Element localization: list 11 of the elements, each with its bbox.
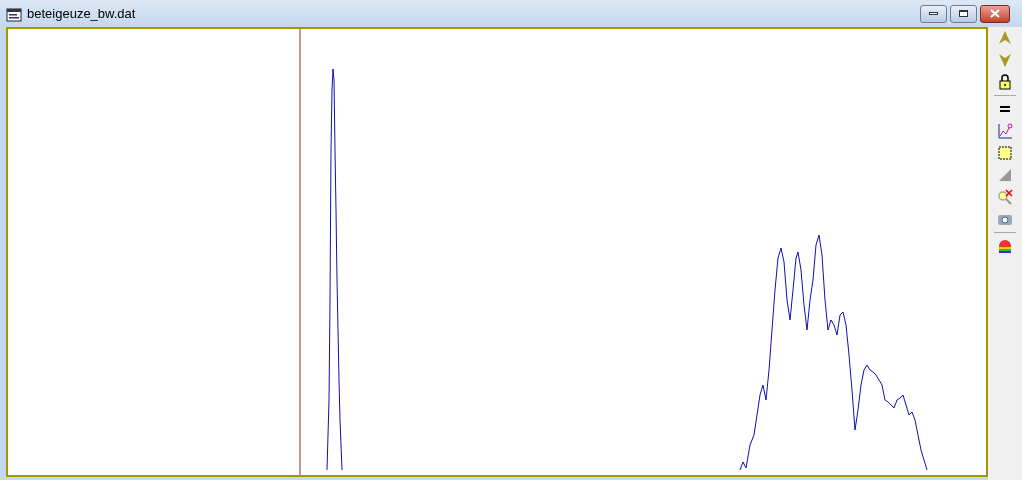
chart-icon[interactable] <box>996 122 1014 140</box>
close-button[interactable] <box>980 4 1010 23</box>
document-icon <box>6 5 22 22</box>
rainbow-icon[interactable] <box>996 237 1014 255</box>
lock-icon[interactable] <box>996 73 1014 91</box>
close-icon <box>990 9 1000 18</box>
maximize-button[interactable] <box>950 4 977 23</box>
selection-icon[interactable] <box>996 144 1014 162</box>
window-title: beteigeuze_bw.dat <box>27 4 136 23</box>
minimize-button[interactable] <box>920 4 947 23</box>
zoom-clear-icon[interactable] <box>996 188 1014 206</box>
